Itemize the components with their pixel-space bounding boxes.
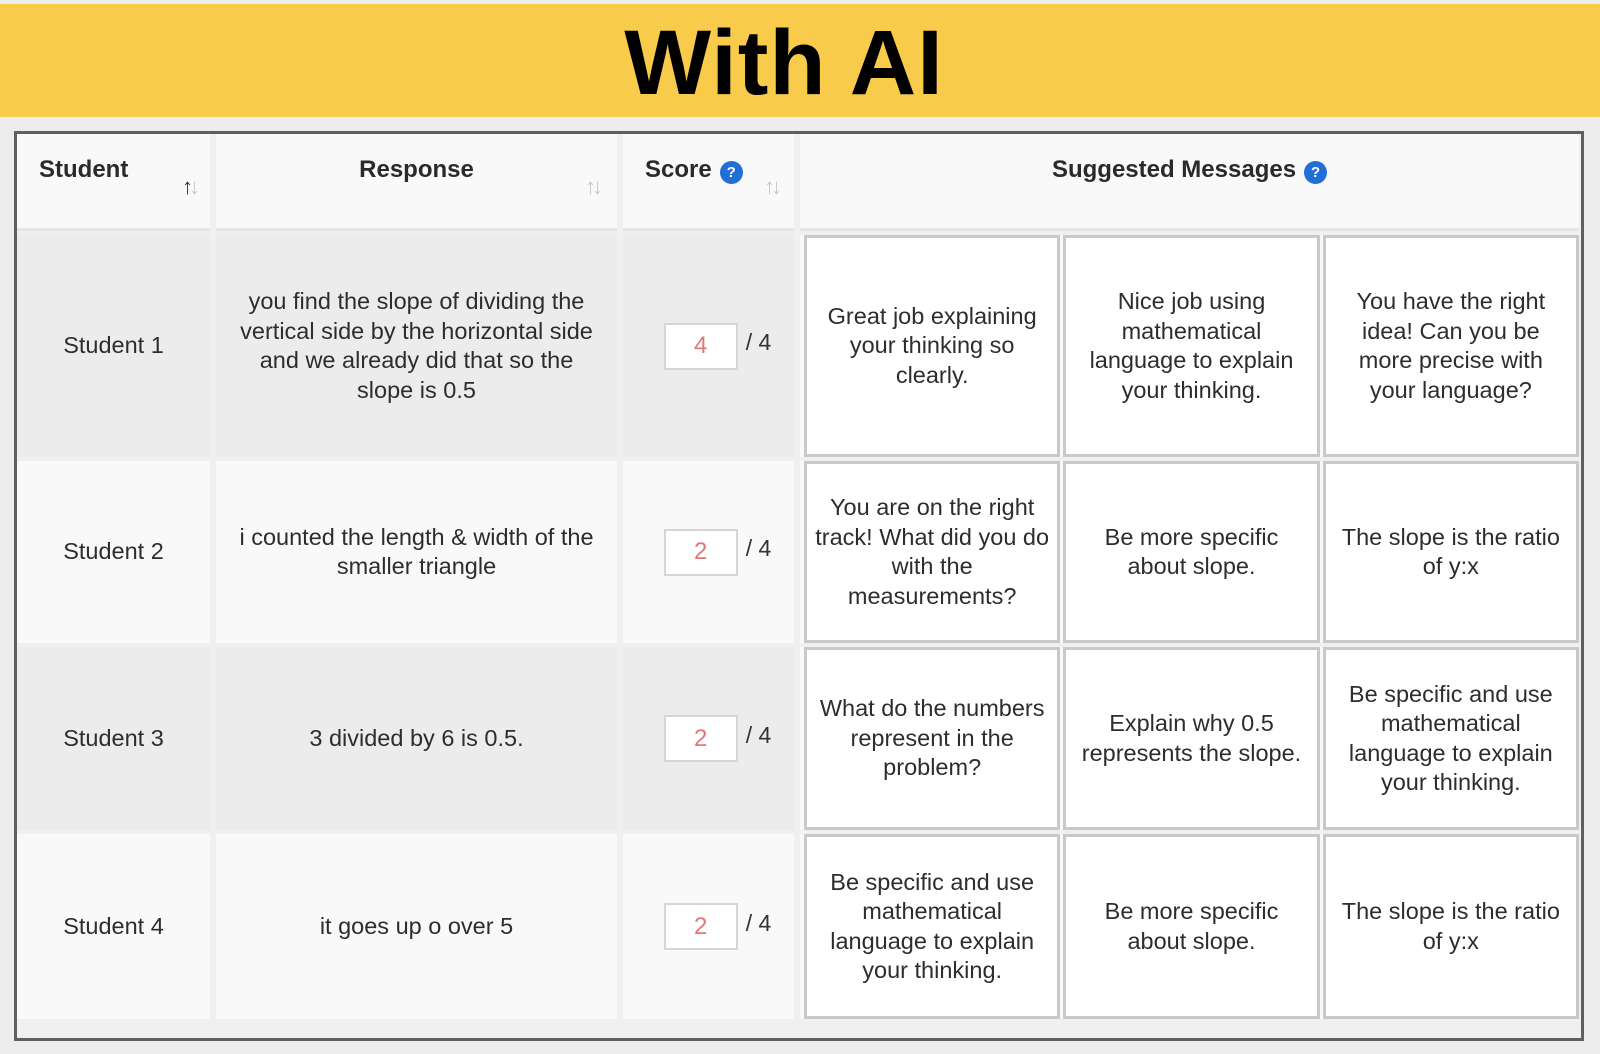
help-icon[interactable]: ? <box>1304 160 1328 184</box>
help-icon[interactable]: ? <box>719 160 743 184</box>
column-header-student[interactable]: Student ↑↓ <box>17 134 210 231</box>
sort-icon[interactable]: ↑↓ <box>182 176 200 198</box>
student-name-cell: Student 4 <box>17 834 210 1019</box>
student-name-cell: Student 3 <box>17 647 210 830</box>
score-input[interactable] <box>663 528 738 576</box>
sort-icon[interactable]: ↑↓ <box>585 176 603 198</box>
suggested-message[interactable]: The slope is the ratio of y:x <box>1322 834 1579 1019</box>
suggested-message[interactable]: The slope is the ratio of y:x <box>1322 461 1579 643</box>
student-name-cell: Student 2 <box>17 461 210 643</box>
suggested-message[interactable]: Great job explaining your thinking so cl… <box>804 235 1061 457</box>
suggested-message[interactable]: You have the right idea! Can you be more… <box>1322 235 1579 457</box>
score-input[interactable] <box>663 903 738 950</box>
response-cell: you find the slope of dividing the verti… <box>216 235 617 457</box>
score-cell: / 4 <box>623 647 794 830</box>
score-cell: / 4 <box>623 461 794 643</box>
score-max: / 4 <box>745 535 772 562</box>
column-header-score-label: Score <box>645 156 712 183</box>
suggested-message[interactable]: You are on the right track! What did you… <box>804 461 1061 643</box>
suggested-messages: Great job explaining your thinking so cl… <box>800 235 1579 457</box>
score-max: / 4 <box>745 721 772 748</box>
suggested-message[interactable]: Explain why 0.5 represents the slope. <box>1063 647 1320 830</box>
score-cell: / 4 <box>623 235 794 457</box>
banner: With AI <box>0 4 1600 117</box>
score-input[interactable] <box>663 715 738 762</box>
score-cell: / 4 <box>623 834 794 1019</box>
score-input[interactable] <box>663 322 738 370</box>
student-responses-table: Student ↑↓ Response ↑↓ Score ? ↑↓ Sugges… <box>14 131 1584 1041</box>
column-header-response[interactable]: Response ↑↓ <box>216 134 617 231</box>
suggested-messages: You are on the right track! What did you… <box>800 461 1579 643</box>
student-name-cell: Student 1 <box>17 235 210 457</box>
suggested-messages: What do the numbers represent in the pro… <box>800 647 1579 830</box>
suggested-message[interactable]: Be more specific about slope. <box>1063 461 1320 643</box>
response-cell: 3 divided by 6 is 0.5. <box>216 647 617 830</box>
column-header-student-label: Student <box>39 156 129 183</box>
suggested-messages: Be specific and use mathematical languag… <box>800 834 1579 1019</box>
column-header-response-label: Response <box>359 156 474 183</box>
suggested-message[interactable]: What do the numbers represent in the pro… <box>804 647 1061 830</box>
suggested-message[interactable]: Be specific and use mathematical languag… <box>804 834 1061 1019</box>
response-cell: it goes up o over 5 <box>216 834 617 1019</box>
column-header-suggested-messages-label: Suggested Messages <box>1051 156 1297 183</box>
column-header-suggested-messages: Suggested Messages ? <box>800 134 1579 231</box>
suggested-message[interactable]: Be specific and use mathematical languag… <box>1322 647 1579 830</box>
response-cell: i counted the length & width of the smal… <box>216 461 617 643</box>
suggested-message[interactable]: Nice job using mathematical language to … <box>1063 235 1320 457</box>
sort-icon[interactable]: ↑↓ <box>764 176 782 198</box>
suggested-message[interactable]: Be more specific about slope. <box>1063 834 1320 1019</box>
column-header-score[interactable]: Score ? ↑↓ <box>623 134 794 231</box>
banner-title: With AI <box>624 12 944 114</box>
score-max: / 4 <box>745 909 772 936</box>
score-max: / 4 <box>745 329 772 356</box>
